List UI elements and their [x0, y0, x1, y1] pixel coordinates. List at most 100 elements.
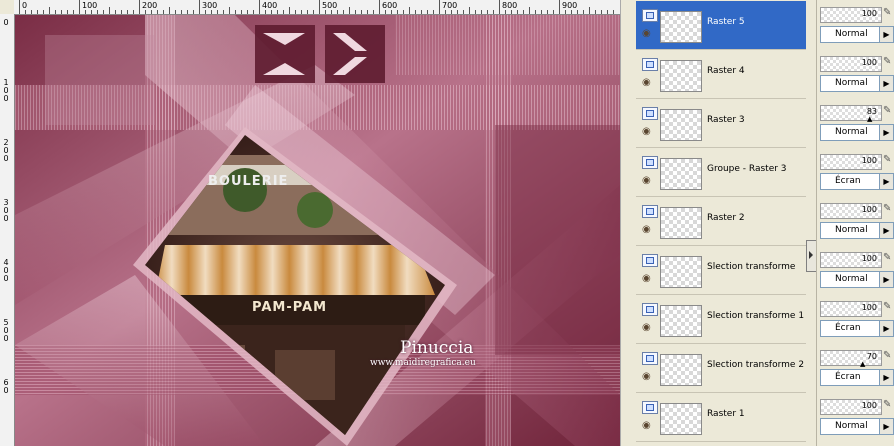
blend-mode-dropdown[interactable]: Normal ▶: [820, 418, 894, 435]
panel-expand-handle[interactable]: [806, 0, 817, 446]
arrow-right-icon[interactable]: ▶: [879, 174, 893, 189]
ruler-minor-tick: [403, 10, 404, 14]
layer-row[interactable]: ◉ Raster 1: [636, 393, 806, 442]
eye-icon[interactable]: ◉: [642, 224, 651, 235]
ruler-label: 3 0 0: [3, 198, 9, 223]
blend-mode-label: Normal: [835, 127, 868, 137]
arrow-right-icon[interactable]: ▶: [879, 370, 893, 385]
raster-layer-icon[interactable]: [642, 303, 658, 316]
ruler-minor-tick: [295, 10, 296, 14]
layer-properties-row: 70 ▲ ✎ Écran ▶: [817, 344, 894, 392]
arrow-right-icon[interactable]: ▶: [879, 419, 893, 434]
raster-layer-icon[interactable]: [642, 254, 658, 267]
layer-row[interactable]: ◉ Raster 2: [636, 197, 806, 246]
eye-icon[interactable]: ◉: [642, 273, 651, 284]
eye-icon[interactable]: ◉: [642, 420, 651, 431]
arrow-right-icon[interactable]: ▶: [879, 272, 893, 287]
ruler-minor-tick: [529, 7, 530, 14]
ruler-minor-tick: [523, 10, 524, 14]
ruler-minor-tick: [601, 10, 602, 14]
pencil-icon[interactable]: ✎: [883, 105, 891, 116]
opacity-slider[interactable]: 100: [820, 252, 882, 268]
image-canvas[interactable]: BOULERIE PAM-PAM Pinuccia www.maidiregra…: [15, 15, 620, 446]
ruler-minor-tick: [67, 10, 68, 14]
layer-thumbnail: [660, 354, 702, 386]
shop-sign-top: BOULERIE: [208, 174, 288, 189]
ruler-minor-tick: [235, 10, 236, 14]
blend-mode-dropdown[interactable]: Écran ▶: [820, 173, 894, 190]
ruler-minor-tick: [457, 10, 458, 14]
eye-icon[interactable]: ◉: [642, 28, 651, 39]
pencil-icon[interactable]: ✎: [883, 56, 891, 67]
eye-icon[interactable]: ◉: [642, 77, 651, 88]
raster-layer-icon[interactable]: [642, 9, 658, 22]
layer-row[interactable]: ◉ Groupe - Raster 3: [636, 148, 806, 197]
eye-icon[interactable]: ◉: [642, 175, 651, 186]
ruler-label: 2 0 0: [3, 138, 9, 163]
ruler-tick: [259, 0, 260, 14]
arrow-right-icon[interactable]: ▶: [879, 125, 893, 140]
layer-properties-row: 100 ✎ Écran ▶: [817, 148, 894, 196]
layer-row[interactable]: ◉ Slection transforme 1: [636, 295, 806, 344]
blend-mode-dropdown[interactable]: Normal ▶: [820, 222, 894, 239]
blend-mode-dropdown[interactable]: Normal ▶: [820, 26, 894, 43]
watermark-url: www.maidiregrafica.eu: [370, 358, 476, 368]
opacity-value: 100: [861, 205, 877, 214]
opacity-slider[interactable]: 100: [820, 7, 882, 23]
ruler-minor-tick: [313, 10, 314, 14]
pencil-icon[interactable]: ✎: [883, 350, 891, 361]
blend-mode-dropdown[interactable]: Normal ▶: [820, 75, 894, 92]
opacity-slider[interactable]: 100: [820, 203, 882, 219]
layer-properties-row: 100 ✎ Normal ▶: [817, 50, 894, 98]
opacity-value: 100: [861, 156, 877, 165]
raster-layer-icon[interactable]: [642, 156, 658, 169]
layer-row[interactable]: ◉ Raster 4: [636, 50, 806, 99]
opacity-slider[interactable]: 100: [820, 56, 882, 72]
ruler-minor-tick: [55, 10, 56, 14]
eye-icon[interactable]: ◉: [642, 126, 651, 137]
ruler-minor-tick: [247, 10, 248, 14]
opacity-slider[interactable]: 100: [820, 399, 882, 415]
ruler-label: 1 0 0: [3, 78, 9, 103]
ruler-tick: [319, 0, 320, 14]
raster-layer-icon[interactable]: [642, 58, 658, 71]
ruler-minor-tick: [91, 10, 92, 14]
layer-thumbnail: [660, 109, 702, 141]
ruler-label: 900: [562, 1, 578, 10]
layer-row[interactable]: ◉ Slection transforme: [636, 246, 806, 295]
pencil-icon[interactable]: ✎: [883, 7, 891, 18]
opacity-slider[interactable]: 100: [820, 154, 882, 170]
ruler-minor-tick: [31, 10, 32, 14]
arrow-right-icon[interactable]: ▶: [879, 27, 893, 42]
opacity-slider[interactable]: 100: [820, 301, 882, 317]
slider-thumb[interactable]: ▲: [867, 115, 872, 123]
blend-mode-dropdown[interactable]: Écran ▶: [820, 369, 894, 386]
opacity-slider[interactable]: 70 ▲: [820, 350, 882, 368]
opacity-slider[interactable]: 83 ▲: [820, 105, 882, 123]
slider-thumb[interactable]: ▲: [860, 360, 865, 368]
pencil-icon[interactable]: ✎: [883, 154, 891, 165]
ruler-label: 400: [262, 1, 278, 10]
layer-row[interactable]: ◉ Raster 3: [636, 99, 806, 148]
pencil-icon[interactable]: ✎: [883, 252, 891, 263]
ruler-minor-tick: [577, 10, 578, 14]
layer-row[interactable]: ◉ Raster 5: [636, 1, 806, 50]
layer-row[interactable]: ◉ Slection transforme 2: [636, 344, 806, 393]
pencil-icon[interactable]: ✎: [883, 203, 891, 214]
ruler-tick: [199, 0, 200, 14]
arrow-right-icon[interactable]: ▶: [879, 321, 893, 336]
blend-mode-dropdown[interactable]: Écran ▶: [820, 320, 894, 337]
raster-layer-icon[interactable]: [642, 352, 658, 365]
blend-mode-dropdown[interactable]: Normal ▶: [820, 124, 894, 141]
arrow-right-icon[interactable]: ▶: [879, 76, 893, 91]
raster-layer-icon[interactable]: [642, 205, 658, 218]
pencil-icon[interactable]: ✎: [883, 399, 891, 410]
arrow-right-icon[interactable]: ▶: [879, 223, 893, 238]
raster-layer-icon[interactable]: [642, 107, 658, 120]
ruler-minor-tick: [547, 10, 548, 14]
raster-layer-icon[interactable]: [642, 401, 658, 414]
pencil-icon[interactable]: ✎: [883, 301, 891, 312]
blend-mode-dropdown[interactable]: Normal ▶: [820, 271, 894, 288]
eye-icon[interactable]: ◉: [642, 322, 651, 333]
eye-icon[interactable]: ◉: [642, 371, 651, 382]
